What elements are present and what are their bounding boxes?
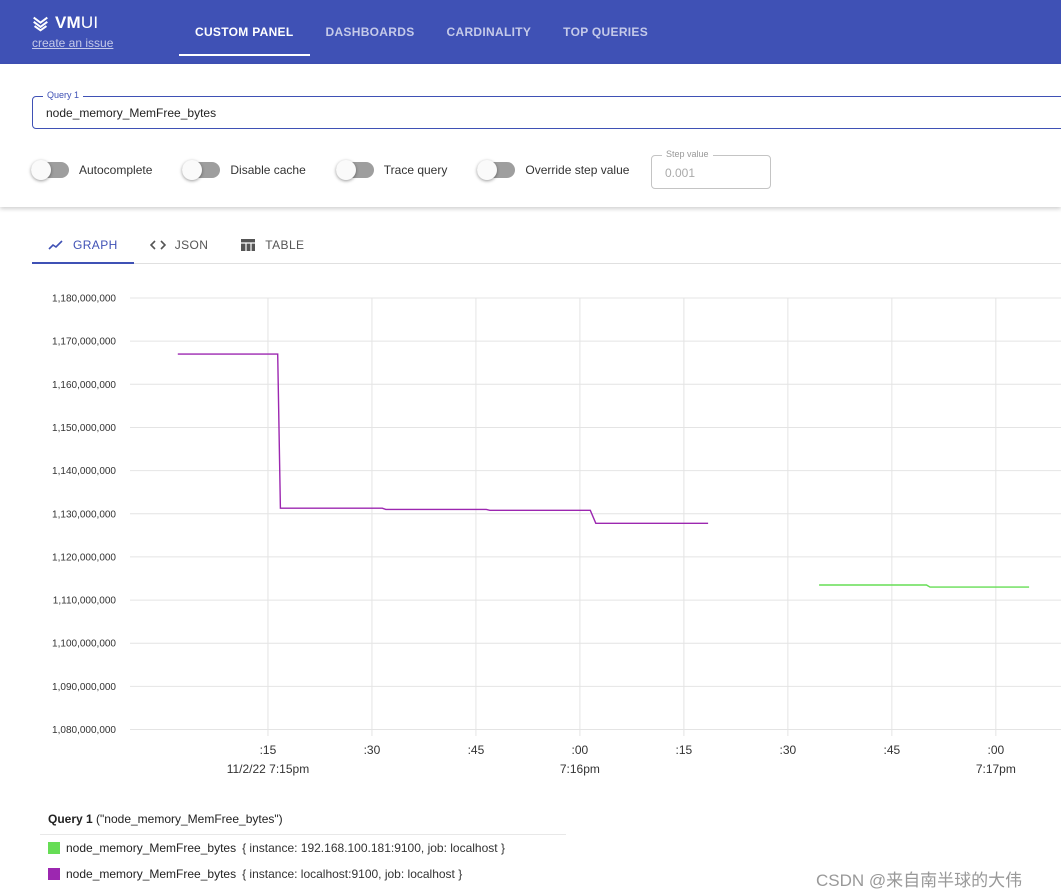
series-line-2 <box>819 584 1030 588</box>
x-tick-date-label: 11/2/22 7:15pm <box>227 762 310 776</box>
graph-icon <box>48 239 63 250</box>
disable-cache-label: Disable cache <box>230 163 306 177</box>
series-color-swatch <box>48 842 60 854</box>
legend-item[interactable]: node_memory_MemFree_bytes { instance: lo… <box>40 861 566 887</box>
tab-dashboards[interactable]: DASHBOARDS <box>310 0 431 64</box>
x-tick-date-label: 7:16pm <box>560 762 600 776</box>
autocomplete-label: Autocomplete <box>79 163 153 177</box>
override-step-switch[interactable] <box>477 160 516 180</box>
legend-item[interactable]: node_memory_MemFree_bytes { instance: 19… <box>40 835 566 861</box>
query-input-value[interactable]: node_memory_MemFree_bytes <box>46 106 216 120</box>
tab-custom-panel[interactable]: CUSTOM PANEL <box>179 0 310 64</box>
logo-text: VMUI <box>55 13 99 32</box>
series-color-swatch <box>48 868 60 880</box>
tab-table-label: TABLE <box>265 237 305 252</box>
y-tick-label: 1,170,000,000 <box>52 337 116 348</box>
create-issue-link[interactable]: create an issue <box>32 36 113 50</box>
legend-query-title: Query 1 ("node_memory_MemFree_bytes") <box>40 806 566 835</box>
legend-series-labels: { instance: localhost:9100, job: localho… <box>242 867 463 881</box>
y-tick-label: 1,100,000,000 <box>52 639 116 650</box>
y-tick-label: 1,090,000,000 <box>52 682 116 693</box>
csdn-watermark: CSDN @来自南半球的大伟 <box>816 871 1023 890</box>
x-tick-label: :15 <box>260 743 277 757</box>
legend-series-name: node_memory_MemFree_bytes <box>66 841 237 855</box>
trace-query-switch[interactable] <box>335 160 374 180</box>
tab-graph-label: GRAPH <box>73 237 118 252</box>
tab-cardinality[interactable]: CARDINALITY <box>431 0 548 64</box>
x-tick-label: :30 <box>780 743 797 757</box>
x-tick-label: :00 <box>572 743 589 757</box>
y-tick-label: 1,130,000,000 <box>52 509 116 520</box>
legend-series-labels: { instance: 192.168.100.181:9100, job: l… <box>242 841 505 855</box>
vmui-logo[interactable]: VMUI <box>32 13 98 33</box>
autocomplete-switch[interactable] <box>31 160 69 180</box>
code-icon <box>149 239 166 250</box>
autocomplete-toggle[interactable]: Autocomplete <box>31 160 153 180</box>
step-value-placeholder: 0.001 <box>665 166 696 180</box>
tab-json[interactable]: JSON <box>134 226 225 263</box>
x-tick-label: :45 <box>468 743 485 757</box>
x-tick-label: :45 <box>884 743 901 757</box>
display-tabs: GRAPH JSON TABLE <box>32 226 1061 264</box>
chart-legend: Query 1 ("node_memory_MemFree_bytes") no… <box>40 806 566 887</box>
memfree-line-chart[interactable]: 1,080,000,000 1,090,000,000 1,100,000,000 1… <box>0 280 1061 790</box>
app-header: VMUI create an issue CUSTOM PANEL DASHBO… <box>0 0 1061 64</box>
x-tick-date-label: 7:17pm <box>976 762 1016 776</box>
disable-cache-toggle[interactable]: Disable cache <box>182 160 306 180</box>
tab-json-label: JSON <box>174 237 209 252</box>
query-panel: Query 1 node_memory_MemFree_bytes Autoco… <box>0 64 1061 207</box>
y-tick-label: 1,150,000,000 <box>52 423 116 434</box>
disable-cache-switch[interactable] <box>182 160 221 180</box>
trace-query-toggle[interactable]: Trace query <box>335 160 448 180</box>
y-tick-label: 1,080,000,000 <box>52 725 116 736</box>
y-tick-label: 1,160,000,000 <box>52 380 116 391</box>
tab-graph[interactable]: GRAPH <box>32 226 134 264</box>
override-step-label: Override step value <box>525 163 630 177</box>
query-input[interactable]: Query 1 node_memory_MemFree_bytes <box>32 90 1061 129</box>
step-value-label: Step value <box>662 149 713 159</box>
y-tick-label: 1,180,000,000 <box>52 294 116 305</box>
x-tick-label: :15 <box>676 743 693 757</box>
y-tick-label: 1,120,000,000 <box>52 552 116 563</box>
query-input-label: Query 1 <box>43 90 84 100</box>
victoriametrics-logo-icon <box>33 16 48 32</box>
tab-table[interactable]: TABLE <box>224 226 320 263</box>
table-icon <box>241 238 256 251</box>
tab-top-queries[interactable]: TOP QUERIES <box>547 0 664 64</box>
series-line-1 <box>177 353 709 524</box>
main-nav: CUSTOM PANEL DASHBOARDS CARDINALITY TOP … <box>179 0 664 64</box>
y-tick-label: 1,140,000,000 <box>52 466 116 477</box>
x-tick-label: :30 <box>364 743 381 757</box>
y-tick-label: 1,110,000,000 <box>53 596 117 607</box>
legend-series-name: node_memory_MemFree_bytes <box>66 867 237 881</box>
step-value-input[interactable]: Step value 0.001 <box>651 149 771 189</box>
x-tick-label: :00 <box>987 743 1004 757</box>
override-step-toggle[interactable]: Override step value <box>477 160 630 180</box>
query-options: Autocomplete Disable cache Trace query O… <box>31 160 659 180</box>
trace-query-label: Trace query <box>383 163 448 177</box>
